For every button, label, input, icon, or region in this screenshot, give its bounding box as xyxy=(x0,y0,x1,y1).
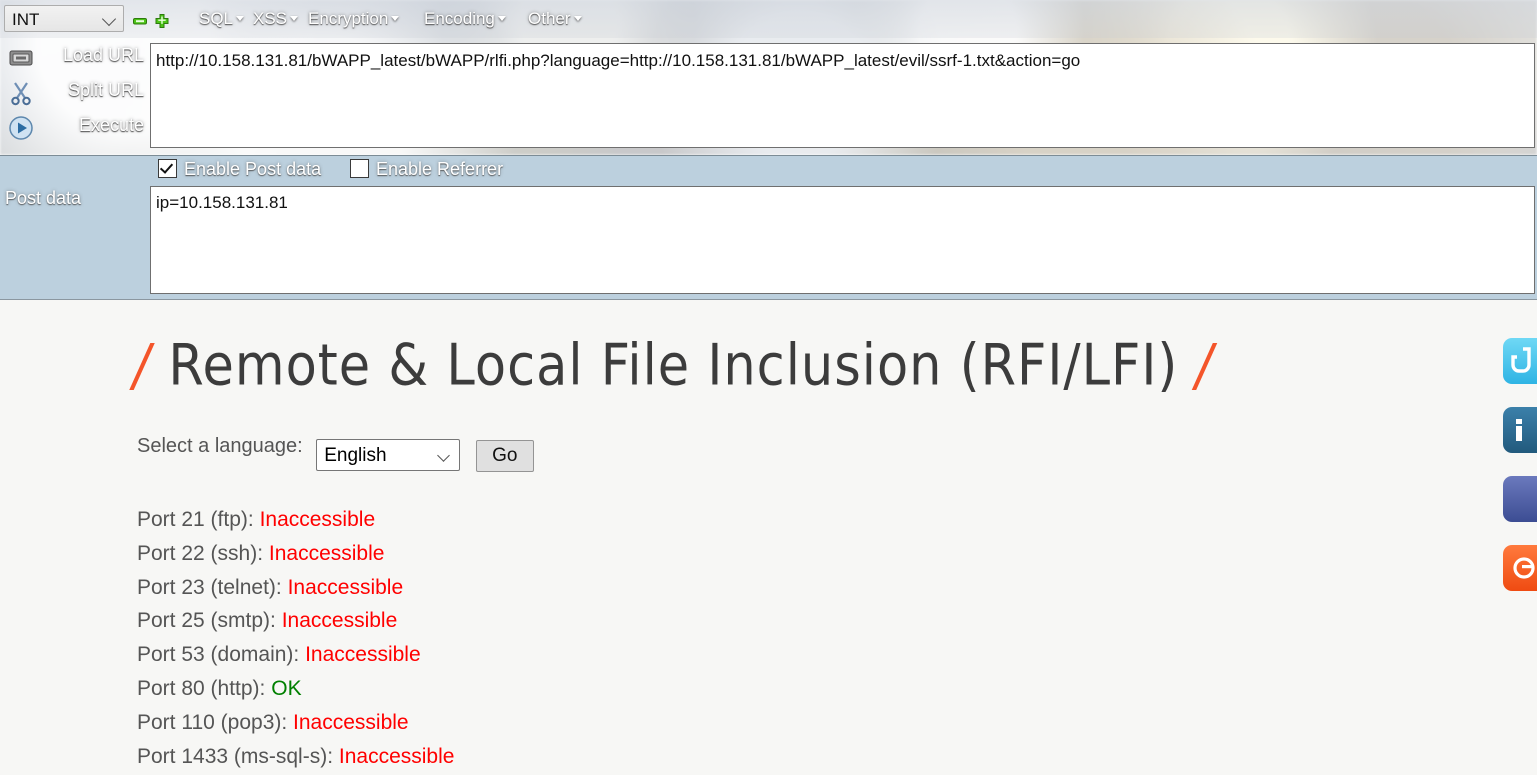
url-input[interactable]: http://10.158.131.81/bWAPP_latest/bWAPP/… xyxy=(150,43,1535,148)
menu-sql-label: SQL xyxy=(199,9,234,28)
port-result-row: Port 80 (http): OK xyxy=(137,672,454,706)
enable-referrer-label: Enable Referrer xyxy=(376,159,504,179)
facebook-glyph xyxy=(1503,476,1537,522)
port-status: Inaccessible xyxy=(293,710,409,734)
port-result-row: Port 22 (ssh): Inaccessible xyxy=(137,537,454,571)
chevron-down-icon xyxy=(437,449,451,462)
language-select[interactable]: English xyxy=(316,439,461,471)
port-result-row: Port 53 (domain): Inaccessible xyxy=(137,638,454,672)
linkedin-glyph xyxy=(1503,407,1537,453)
menu-xss[interactable]: XSS xyxy=(253,9,299,29)
chevron-down-icon xyxy=(236,16,245,21)
hackbar-actions: Load URL Split URL Execute xyxy=(0,42,150,147)
mode-select-value: INT xyxy=(12,10,40,29)
chevron-down-icon xyxy=(391,16,400,21)
port-label: Port 25 (smtp): xyxy=(137,609,276,633)
enable-referrer-checkbox[interactable]: Enable Referrer xyxy=(350,159,503,180)
language-select-value: English xyxy=(324,445,387,466)
hackbar-toolbar: INT SQL XSS Encryption Encoding Other xyxy=(0,0,1537,38)
twitter-glyph xyxy=(1503,338,1537,384)
load-url-label: Load URL xyxy=(62,45,144,65)
port-status: Inaccessible xyxy=(287,575,404,599)
google-plus-link[interactable] xyxy=(1503,545,1537,591)
hackbar-panel: INT SQL XSS Encryption Encoding Other Lo… xyxy=(0,0,1537,300)
twitter-link[interactable] xyxy=(1503,338,1537,384)
port-result-row: Port 25 (smtp): Inaccessible xyxy=(137,604,454,638)
title-slash-right: / xyxy=(1195,333,1214,400)
post-data-label: Post data xyxy=(5,188,82,208)
load-url-button[interactable]: Load URL xyxy=(0,42,150,77)
port-status: Inaccessible xyxy=(259,508,376,531)
menu-encryption[interactable]: Encryption xyxy=(308,9,400,29)
zoom-out-button[interactable] xyxy=(133,14,147,28)
language-label: Select a language: xyxy=(137,435,303,457)
port-status: OK xyxy=(271,676,302,700)
load-url-icon xyxy=(8,45,34,71)
checkbox-checked-icon xyxy=(158,159,177,178)
menu-encoding-label: Encoding xyxy=(424,9,495,28)
port-label: Port 21 (ftp): xyxy=(137,508,254,531)
port-label: Port 1433 (ms-sql-s): xyxy=(137,744,334,768)
port-result-row: Port 23 (telnet): Inaccessible xyxy=(137,571,454,605)
language-selector-row: Select a language: English Go xyxy=(137,435,534,472)
go-button[interactable]: Go xyxy=(475,440,534,472)
title-slash-left: / xyxy=(133,333,152,400)
chevron-down-icon xyxy=(573,16,582,21)
page-title-text: Remote & Local File Inclusion (RFI/LFI) xyxy=(168,333,1179,400)
chevron-down-icon xyxy=(497,16,506,21)
chevron-down-icon xyxy=(101,11,117,27)
port-label: Port 23 (telnet): xyxy=(137,575,282,599)
port-scan-results: Port 21 (ftp): Inaccessible Port 22 (ssh… xyxy=(137,503,454,773)
port-status: Inaccessible xyxy=(305,643,421,667)
linkedin-link[interactable] xyxy=(1503,407,1537,453)
execute-icon xyxy=(8,115,34,141)
split-url-icon xyxy=(8,80,34,106)
facebook-link[interactable] xyxy=(1503,476,1537,522)
menu-other[interactable]: Other xyxy=(528,9,582,29)
post-data-input[interactable]: ip=10.158.131.81 xyxy=(150,186,1535,294)
menu-encoding[interactable]: Encoding xyxy=(424,9,506,29)
port-label: Port 53 (domain): xyxy=(137,643,300,667)
zoom-in-button[interactable] xyxy=(155,14,169,28)
port-status: Inaccessible xyxy=(268,541,385,565)
menu-xss-label: XSS xyxy=(253,9,288,28)
mode-select[interactable]: INT xyxy=(4,5,124,32)
port-status: Inaccessible xyxy=(281,609,398,633)
enable-post-data-checkbox[interactable]: Enable Post data xyxy=(158,159,321,180)
port-result-row: Port 1433 (ms-sql-s): Inaccessible xyxy=(137,740,454,774)
execute-label: Execute xyxy=(78,115,144,135)
split-url-button[interactable]: Split URL xyxy=(0,77,150,112)
split-url-label: Split URL xyxy=(67,80,144,100)
social-links xyxy=(1503,338,1537,614)
enable-post-data-label: Enable Post data xyxy=(184,159,322,179)
port-result-row: Port 21 (ftp): Inaccessible xyxy=(137,503,454,537)
menu-sql[interactable]: SQL xyxy=(199,9,245,29)
execute-button[interactable]: Execute xyxy=(0,112,150,147)
port-label: Port 110 (pop3): xyxy=(137,710,288,734)
port-label: Port 22 (ssh): xyxy=(137,541,264,565)
checkbox-unchecked-icon xyxy=(350,159,369,178)
chevron-down-icon xyxy=(290,16,299,21)
port-status: Inaccessible xyxy=(338,744,455,768)
page-title: / Remote & Local File Inclusion (RFI/LFI… xyxy=(133,333,1214,399)
menu-other-label: Other xyxy=(528,9,571,28)
menu-encryption-label: Encryption xyxy=(308,9,389,28)
port-label: Port 80 (http): xyxy=(137,676,266,700)
google-plus-glyph xyxy=(1503,545,1537,591)
port-result-row: Port 110 (pop3): Inaccessible xyxy=(137,706,454,740)
